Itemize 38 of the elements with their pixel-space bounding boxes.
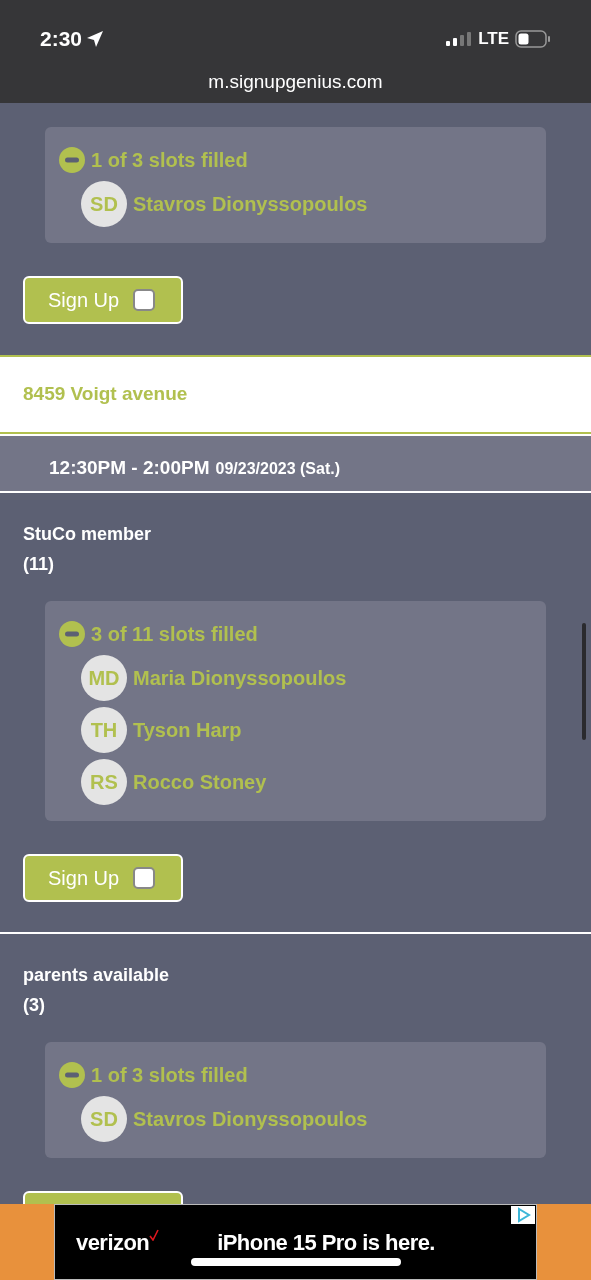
avatar: SD <box>81 181 127 227</box>
slots-filled-text: 1 of 3 slots filled <box>91 148 248 173</box>
time-range: 12:30PM - 2:00PM <box>49 456 210 480</box>
signal-icon <box>446 32 473 46</box>
ad-headline: iPhone 15 Pro is here. <box>217 1228 435 1257</box>
collapse-icon[interactable] <box>59 1062 85 1088</box>
location-arrow-icon <box>86 30 105 48</box>
avatar: TH <box>81 707 127 753</box>
avatar: MD <box>81 655 127 701</box>
checkbox[interactable] <box>133 289 156 311</box>
scrollbar[interactable] <box>582 623 586 740</box>
checkbox[interactable] <box>133 867 156 889</box>
collapse-icon[interactable] <box>59 147 85 173</box>
slots-filled-text: 3 of 11 slots filled <box>91 622 258 647</box>
ad-choices-icon[interactable] <box>511 1206 535 1224</box>
participant-name: Stavros Dionyssopoulos <box>133 1107 368 1132</box>
brand-logo: verizon <box>76 1228 150 1257</box>
check-mark-icon <box>149 1229 160 1241</box>
item-title: StuCo member <box>23 523 153 546</box>
clock-time: 2:30 <box>40 26 83 53</box>
url-text[interactable]: m.signupgenius.com <box>208 68 383 97</box>
location-text: 8459 Voigt avenue <box>23 382 188 407</box>
item-count: (3) <box>23 994 46 1017</box>
battery-icon <box>515 30 551 48</box>
date-text: 09/23/2023 (Sat.) <box>215 459 341 479</box>
participant-name: Stavros Dionyssopoulos <box>133 192 368 217</box>
ad-card[interactable]: verizon iPhone 15 Pro is here. <box>54 1204 537 1280</box>
collapse-icon[interactable] <box>59 621 85 647</box>
participant-name: Tyson Harp <box>133 718 242 743</box>
slots-filled-text: 1 of 3 slots filled <box>91 1063 248 1088</box>
avatar: SD <box>81 1096 127 1142</box>
network-label: LTE <box>478 28 509 51</box>
avatar: RS <box>81 759 127 805</box>
participant-name: Rocco Stoney <box>133 770 267 795</box>
item-count: (11) <box>23 553 56 576</box>
item-title: parents available <box>23 964 171 987</box>
participant-name: Maria Dionyssopoulos <box>133 666 347 691</box>
ad-banner[interactable]: verizon iPhone 15 Pro is here. <box>0 1204 591 1280</box>
